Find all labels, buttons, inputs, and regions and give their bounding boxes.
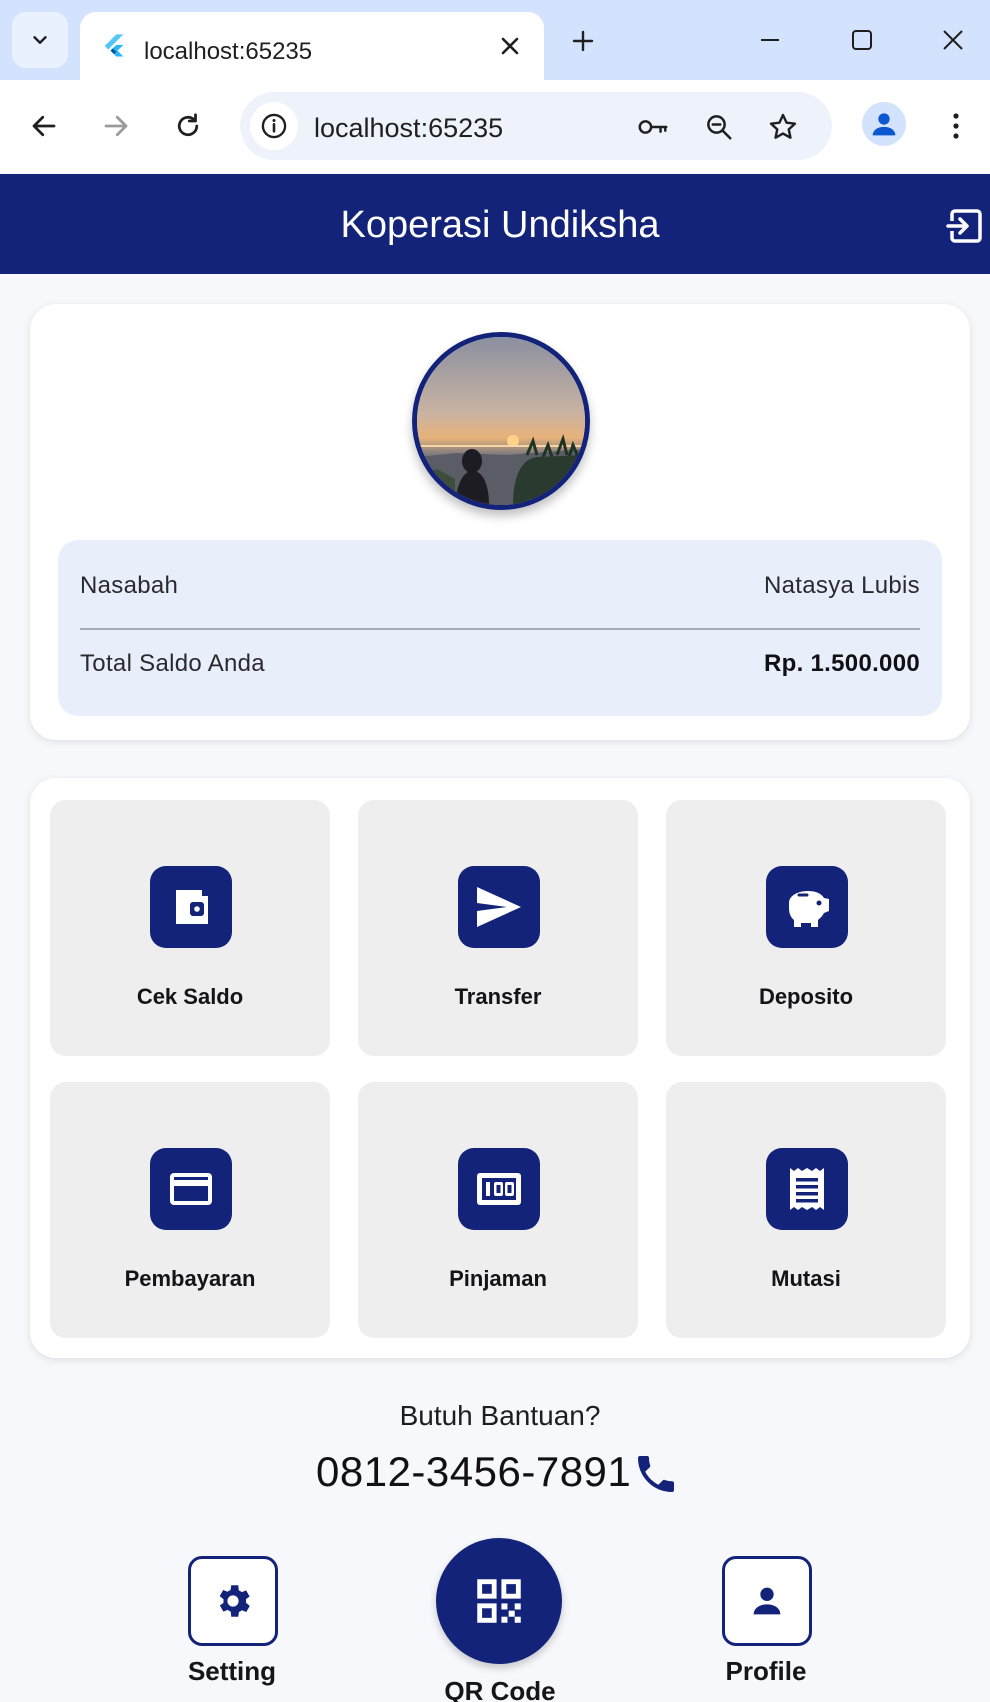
menu-item-cek-saldo[interactable]: Cek Saldo (50, 800, 330, 1056)
saldo-value: Rp. 1.500.000 (764, 650, 920, 677)
key-icon (638, 120, 668, 134)
menu-item-mutasi[interactable]: Mutasi (666, 1082, 946, 1338)
send-icon (458, 866, 540, 948)
piggy-bank-icon (766, 866, 848, 948)
qr-code-icon (477, 1579, 521, 1623)
minimize-icon (761, 39, 779, 41)
menu-item-transfer[interactable]: Transfer (358, 800, 638, 1056)
saldo-label: Total Saldo Anda (80, 650, 265, 677)
site-info-button[interactable] (250, 102, 298, 150)
browser-tab[interactable]: localhost:65235 (80, 12, 544, 80)
menu-label: Deposito (758, 984, 854, 1009)
divider (80, 628, 920, 630)
phone-icon[interactable] (632, 1450, 680, 1498)
nasabah-label: Nasabah (80, 572, 179, 599)
back-button[interactable] (22, 104, 66, 148)
star-icon (769, 113, 797, 139)
setting-label: Setting (187, 1656, 277, 1686)
new-tab-button[interactable] (566, 24, 600, 58)
arrow-left-icon (32, 115, 56, 137)
app-bar: Koperasi Undiksha (0, 174, 990, 274)
bookmark-button[interactable] (766, 110, 800, 144)
person-icon (872, 113, 896, 136)
plus-icon (572, 30, 594, 52)
browser-profile-button[interactable] (862, 102, 906, 146)
menu-item-deposito[interactable]: Deposito (666, 800, 946, 1056)
forward-button[interactable] (94, 104, 138, 148)
credit-card-icon (150, 1148, 232, 1230)
gear-icon (219, 1585, 250, 1617)
help-title: Butuh Bantuan? (399, 1400, 601, 1431)
help-phone-number[interactable]: 0812-3456-7891 (316, 1448, 631, 1496)
browser-tabstrip: localhost:65235 (0, 0, 990, 80)
address-text: localhost:65235 (314, 113, 504, 143)
browser-menu-button[interactable] (940, 104, 972, 148)
sunset-photo (417, 337, 585, 505)
tab-title: localhost:65235 (144, 38, 313, 65)
nasabah-value: Natasya Lubis (764, 572, 920, 599)
wallet-icon (150, 866, 232, 948)
flutter-icon (104, 34, 124, 57)
window-close-button[interactable] (935, 22, 971, 58)
menu-item-pembayaran[interactable]: Pembayaran (50, 1082, 330, 1338)
menu-label: Pembayaran (124, 1266, 256, 1291)
menu-label: Mutasi (771, 1266, 841, 1291)
menu-label: Transfer (454, 984, 542, 1009)
profile-card: Nasabah Natasya Lubis Total Saldo Anda R… (30, 304, 970, 740)
menu-card: Cek Saldo Transfer Deposito Pembayaran P… (30, 778, 970, 1358)
account-info: Nasabah Natasya Lubis Total Saldo Anda R… (58, 540, 942, 716)
person-icon (753, 1587, 781, 1615)
zoom-button[interactable] (702, 110, 736, 144)
menu-item-pinjaman[interactable]: Pinjaman (358, 1082, 638, 1338)
menu-label: Cek Saldo (136, 984, 244, 1009)
profile-label: Profile (725, 1656, 807, 1686)
logout-icon[interactable] (944, 206, 984, 246)
profile-button[interactable] (722, 1556, 812, 1646)
app-title: Koperasi Undiksha (340, 204, 660, 246)
minimize-button[interactable] (752, 22, 788, 58)
reload-icon (177, 113, 199, 137)
profile-photo (412, 332, 590, 510)
maximize-icon (852, 30, 872, 50)
receipt-icon (766, 1148, 848, 1230)
setting-button[interactable] (188, 1556, 278, 1646)
tab-search-button[interactable] (12, 12, 68, 68)
menu-label: Pinjaman (449, 1266, 547, 1291)
money-icon (458, 1148, 540, 1230)
more-vertical-icon (953, 113, 959, 139)
close-icon (501, 37, 519, 55)
password-key-button[interactable] (636, 110, 670, 144)
info-icon (261, 113, 287, 139)
arrow-right-icon (104, 115, 128, 137)
chevron-down-icon (33, 36, 47, 44)
address-bar[interactable]: localhost:65235 (240, 92, 832, 160)
tab-close-button[interactable] (496, 32, 524, 60)
close-icon (943, 30, 963, 50)
maximize-button[interactable] (844, 22, 880, 58)
reload-button[interactable] (166, 104, 210, 148)
qr-code-label: QR Code (444, 1676, 556, 1702)
qr-code-button[interactable] (436, 1538, 562, 1664)
zoom-icon (707, 115, 732, 140)
browser-toolbar: localhost:65235 (0, 80, 990, 172)
